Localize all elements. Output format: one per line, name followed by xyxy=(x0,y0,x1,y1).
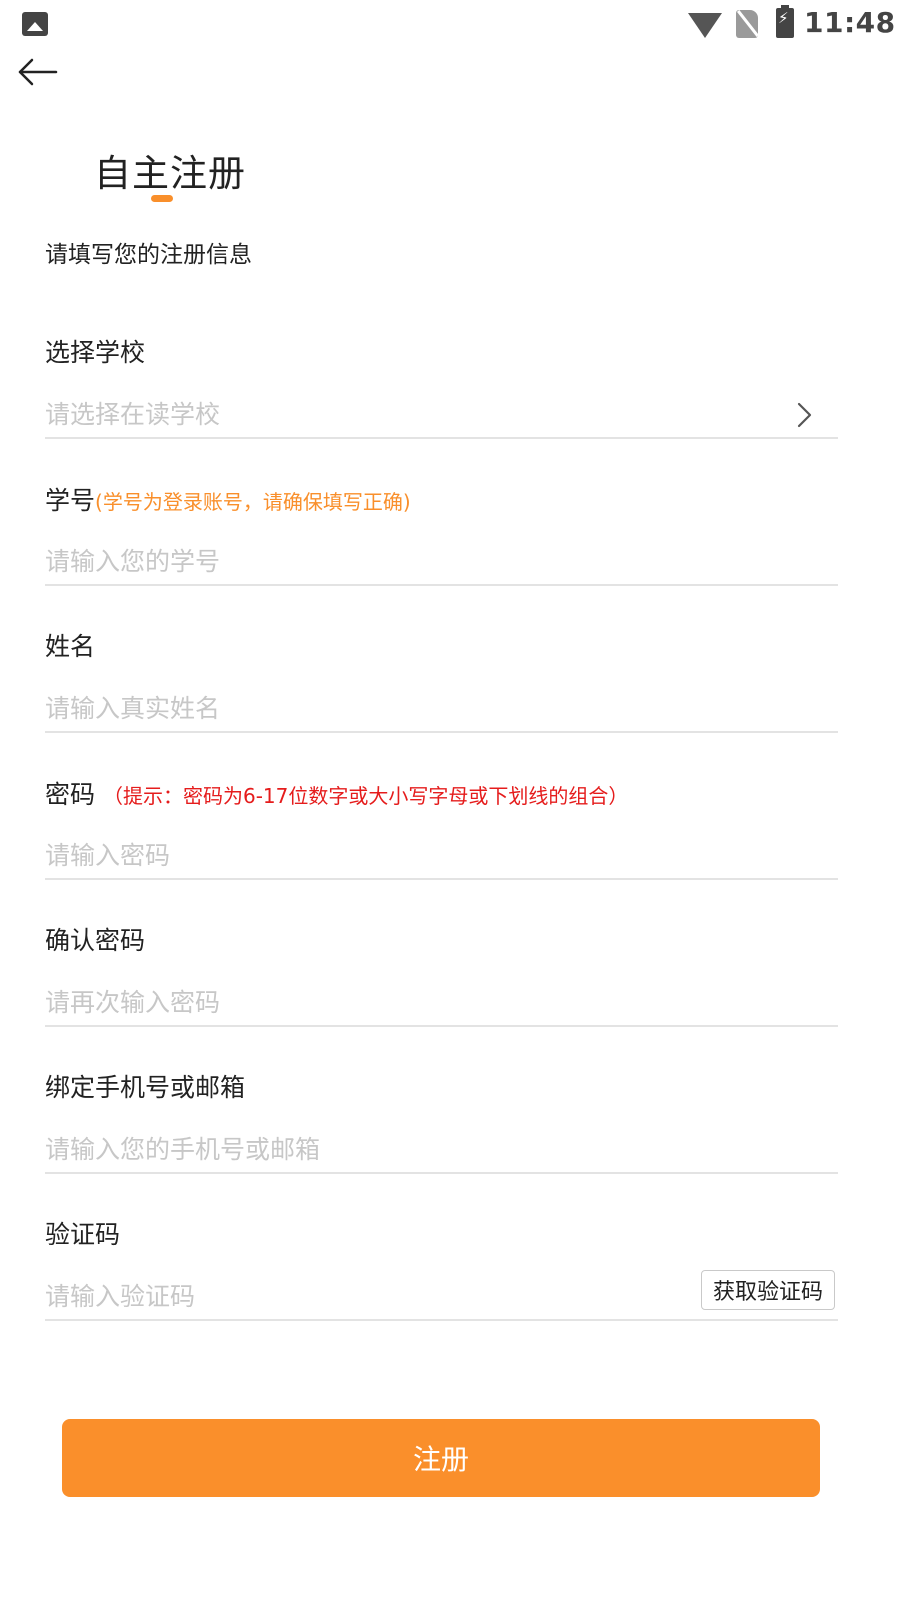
confirm-password-label: 确认密码 xyxy=(45,921,145,957)
password-divider xyxy=(45,878,838,880)
arrow-left-icon xyxy=(18,58,58,86)
verification-code-label-text: 验证码 xyxy=(45,1220,121,1249)
verification-code-input[interactable] xyxy=(45,1274,685,1318)
confirm-password-input[interactable] xyxy=(45,980,838,1024)
name-input[interactable] xyxy=(45,686,838,730)
confirm-password-label-text: 确认密码 xyxy=(45,926,146,955)
student-id-label: 学号(学号为登录账号，请确保填写正确) xyxy=(45,481,411,517)
student-id-hint: (学号为登录账号，请确保填写正确) xyxy=(95,490,411,514)
page-subtitle: 请填写您的注册信息 xyxy=(45,242,252,268)
no-sim-icon xyxy=(736,10,758,38)
contact-divider xyxy=(45,1172,838,1174)
school-select[interactable] xyxy=(45,392,838,436)
school-divider xyxy=(45,437,838,439)
image-icon xyxy=(22,12,48,36)
name-label-text: 姓名 xyxy=(45,632,96,661)
status-time: 11:48 xyxy=(804,6,896,39)
student-id-input[interactable] xyxy=(45,539,838,583)
contact-label: 绑定手机号或邮箱 xyxy=(45,1068,245,1104)
register-button[interactable]: 注册 xyxy=(62,1419,820,1497)
status-bar: 11:48 xyxy=(0,0,900,48)
title-underline xyxy=(151,195,173,202)
name-label: 姓名 xyxy=(45,627,95,663)
password-hint: （提示：密码为6-17位数字或大小写字母或下划线的组合） xyxy=(102,784,629,808)
chevron-right-icon[interactable] xyxy=(792,400,816,430)
wifi-icon xyxy=(688,13,722,38)
password-label-text: 密码 xyxy=(45,780,96,809)
student-id-divider xyxy=(45,584,838,586)
contact-label-text: 绑定手机号或邮箱 xyxy=(45,1073,246,1102)
student-id-label-text: 学号 xyxy=(45,486,96,515)
get-code-button[interactable]: 获取验证码 xyxy=(701,1270,835,1310)
password-label: 密码 （提示：密码为6-17位数字或大小写字母或下划线的组合） xyxy=(45,775,628,811)
battery-charging-icon xyxy=(776,5,794,38)
page-title: 自主注册 xyxy=(94,152,246,195)
verification-code-divider xyxy=(45,1319,838,1321)
back-button[interactable] xyxy=(14,52,62,92)
school-label-text: 选择学校 xyxy=(45,338,146,367)
contact-input[interactable] xyxy=(45,1127,838,1171)
password-input[interactable] xyxy=(45,833,838,877)
school-label: 选择学校 xyxy=(45,333,145,369)
name-divider xyxy=(45,731,838,733)
confirm-password-divider xyxy=(45,1025,838,1027)
verification-code-label: 验证码 xyxy=(45,1215,120,1251)
